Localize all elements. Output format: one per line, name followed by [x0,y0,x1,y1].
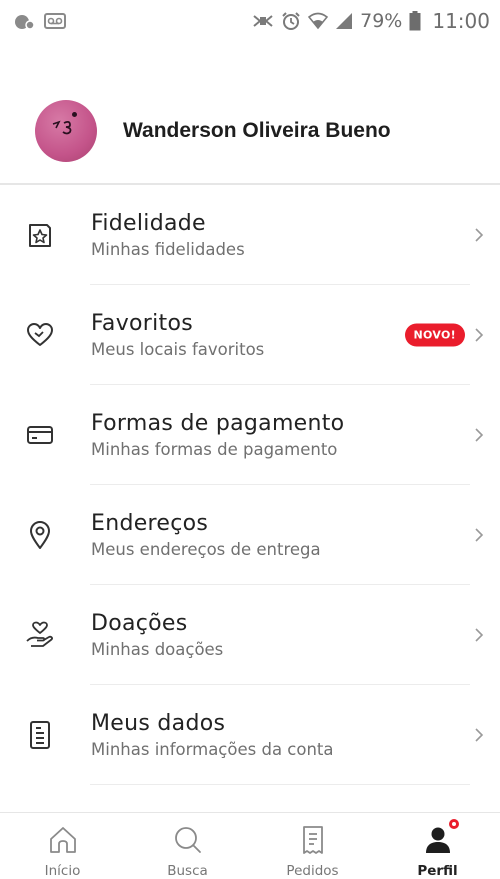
chevron-right-icon [474,627,484,643]
notification-dot [446,817,461,831]
avatar-dot [72,111,77,117]
donation-hand-icon [24,619,56,651]
menu-item-subtitle: Minhas fidelidades [91,239,245,259]
heart-icon [24,319,56,351]
profile-header[interactable]: Wanderson Oliveira Bueno [0,78,500,183]
profile-icon [423,817,461,857]
menu-item-formas-de-pagamento[interactable]: Formas de pagamento Minhas formas de pag… [0,385,500,485]
wifi-icon [308,12,329,30]
menu-item-title: Doações [91,610,188,636]
nav-item-pedidos[interactable]: Pedidos [250,813,375,879]
search-icon [173,823,203,857]
document-icon [24,719,56,751]
home-icon [48,823,78,857]
nav-item-inicio[interactable]: Início [0,813,125,879]
menu-item-subtitle: Meus locais favoritos [91,339,265,359]
nav-item-perfil[interactable]: Perfil [375,813,500,879]
menu-item-texts: Meus dados Minhas informações da conta [91,710,334,761]
nav-label: Início [44,863,81,879]
profile-menu: Fidelidade Minhas fidelidades Favoritos … [0,185,500,785]
menu-item-subtitle: Minhas formas de pagamento [91,439,338,459]
chevron-right-icon [474,327,484,343]
menu-item-texts: Favoritos Meus locais favoritos [91,310,264,361]
status-bar: 79% 11:00 [0,0,500,42]
chevron-right-icon [474,527,484,543]
location-pin-icon [24,519,56,551]
nfc-icon [252,12,274,30]
menu-item-subtitle: Minhas informações da conta [91,739,334,759]
notification-badge-icon [14,12,36,30]
chevron-right-icon [474,727,484,743]
profile-name: Wanderson Oliveira Bueno [123,118,391,142]
new-badge: NOVO! [404,323,465,347]
nav-label: Pedidos [286,863,339,879]
chevron-right-icon [474,427,484,443]
nav-item-busca[interactable]: Busca [125,813,250,879]
menu-item-favoritos[interactable]: Favoritos Meus locais favoritos NOVO! [0,285,500,385]
menu-item-title: Fidelidade [91,210,206,236]
voicemail-icon [44,13,66,29]
menu-item-doacoes[interactable]: Doações Minhas doações [0,585,500,685]
menu-item-texts: Doações Minhas doações [91,610,223,661]
battery-icon [409,11,421,31]
battery-percentage: 79% [360,10,403,32]
orders-icon [301,823,325,857]
nav-label: Busca [167,863,208,879]
nav-label: Perfil [417,863,458,879]
credit-card-icon [24,419,56,451]
bottom-nav: Início Busca Pedidos Perfil [0,812,500,879]
menu-item-texts: Endereços Meus endereços de entrega [91,510,321,561]
menu-item-fidelidade[interactable]: Fidelidade Minhas fidelidades [0,185,500,285]
alarm-icon [281,11,301,31]
menu-item-texts: Fidelidade Minhas fidelidades [91,210,245,261]
avatar[interactable] [35,99,97,162]
status-right-icons: 79% 11:00 [252,9,490,33]
menu-item-meus-dados[interactable]: Meus dados Minhas informações da conta [0,685,500,785]
star-card-icon [24,219,56,251]
status-left-icons [14,12,66,30]
menu-item-title: Favoritos [91,310,194,336]
menu-item-enderecos[interactable]: Endereços Meus endereços de entrega [0,485,500,585]
chevron-right-icon [474,227,484,243]
menu-item-texts: Formas de pagamento Minhas formas de pag… [91,410,344,461]
menu-item-title: Formas de pagamento [91,410,345,436]
menu-item-subtitle: Minhas doações [91,639,224,659]
menu-item-subtitle: Meus endereços de entrega [91,539,321,559]
avatar-doodle-icon [52,118,80,142]
clock: 11:00 [432,9,490,33]
signal-icon [335,12,353,30]
menu-item-title: Meus dados [91,710,226,736]
menu-item-title: Endereços [91,510,209,536]
